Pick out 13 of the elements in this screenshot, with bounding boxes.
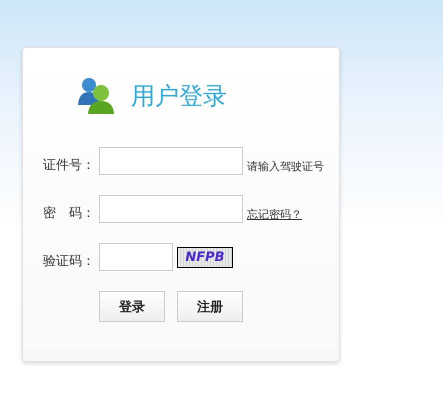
hint-text: 请输入驾驶证号 xyxy=(247,158,324,174)
panel-title: 用户登录 xyxy=(131,81,227,112)
login-button[interactable]: 登录 xyxy=(99,291,165,322)
field-label: 验证码： xyxy=(43,253,96,270)
forgot-password-link[interactable]: 忘记密码？ xyxy=(247,208,302,220)
password-field[interactable] xyxy=(99,195,243,223)
captcha-field[interactable] xyxy=(99,243,173,271)
register-button[interactable]: 注册 xyxy=(177,291,243,322)
id-number-field[interactable] xyxy=(99,147,243,175)
field-label: 证件号： xyxy=(43,157,96,174)
field-label: 密 码： xyxy=(43,205,96,222)
captcha-image[interactable]: NFPB xyxy=(177,246,233,268)
users-icon xyxy=(77,77,115,115)
